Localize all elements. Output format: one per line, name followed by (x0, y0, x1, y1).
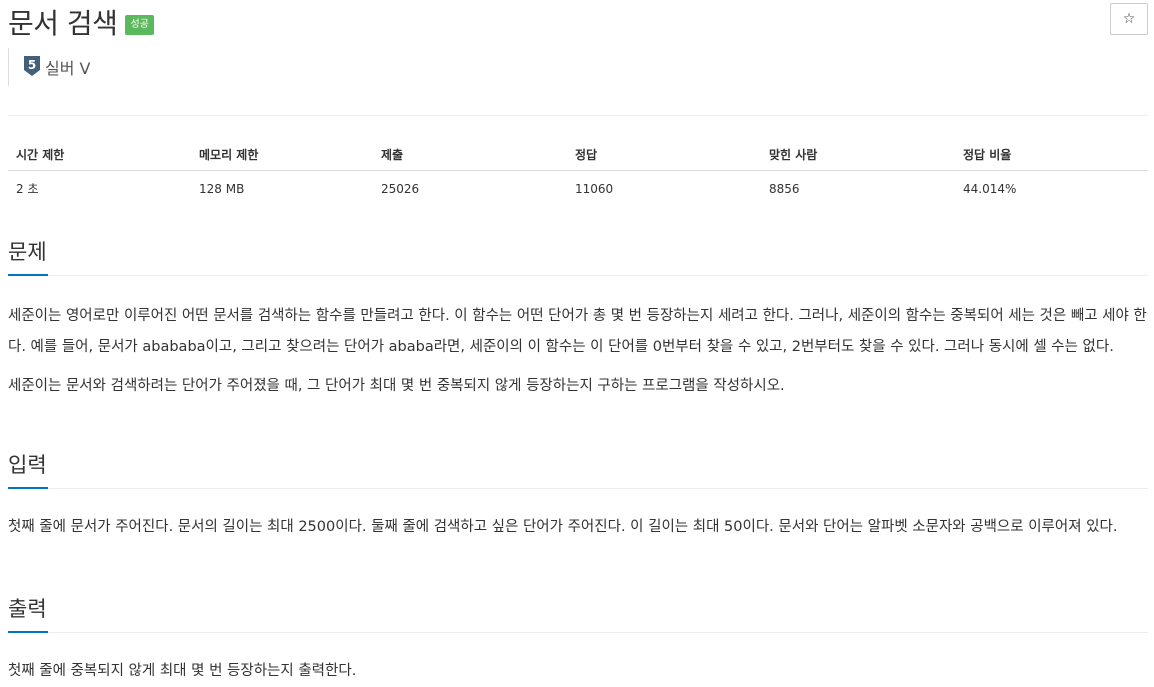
accepted-value: 11060 (575, 181, 614, 196)
problem-paragraph-1: 세준이는 영어로만 이루어진 어떤 문서를 검색하는 함수를 만들려고 한다. … (8, 308, 1147, 355)
problem-info-table: 시간 제한 메모리 제한 제출 정답 맞힌 사람 정답 비율 2 초 128 M… (8, 139, 1148, 206)
page-title: 문서 검색 (8, 7, 118, 40)
input-description: 첫째 줄에 문서가 주어진다. 문서의 길이는 최대 2500이다. 둘째 줄에… (8, 519, 1118, 535)
problem-paragraph-2: 세준이는 문서와 검색하려는 단어가 주어졌을 때, 그 단어가 최대 몇 번 … (8, 378, 785, 394)
time-limit-value: 2 초 (16, 182, 39, 196)
output-description: 첫째 줄에 중복되지 않게 최대 몇 번 등장하는지 출력한다. (8, 663, 357, 679)
output-section-title: 출력 (8, 597, 47, 621)
column-header-solved-users: 맞힌 사람 (761, 139, 955, 171)
section-underline (8, 487, 48, 489)
solved-users-value: 8856 (769, 181, 800, 196)
column-header-accepted: 정답 (567, 139, 761, 171)
output-section: 출력 첫째 줄에 중복되지 않게 최대 몇 번 등장하는지 출력한다. (8, 595, 1148, 687)
star-icon: ☆ (1122, 11, 1136, 27)
section-underline (8, 631, 48, 633)
tier-icon: 5 (24, 56, 40, 76)
tier-info: 5 실버 V (8, 48, 90, 86)
input-section: 입력 첫째 줄에 문서가 주어진다. 문서의 길이는 최대 2500이다. 둘째… (8, 451, 1148, 543)
column-header-submissions: 제출 (373, 139, 567, 171)
column-header-accept-rate: 정답 비율 (955, 139, 1148, 171)
column-header-time-limit: 시간 제한 (8, 139, 191, 171)
problem-section-title: 문제 (8, 240, 47, 264)
problem-section-header: 문제 (8, 238, 1148, 276)
section-underline (8, 274, 48, 276)
memory-limit-value: 128 MB (199, 181, 245, 196)
output-section-header: 출력 (8, 595, 1148, 633)
submissions-value: 25026 (381, 181, 420, 196)
accept-rate-value: 44.014% (963, 181, 1017, 196)
tier-label[interactable]: 실버 V (45, 55, 90, 79)
tier-number: 5 (28, 58, 36, 72)
title-row: 문서 검색 성공 (8, 2, 154, 42)
input-section-title: 입력 (8, 453, 47, 477)
input-section-header: 입력 (8, 451, 1148, 489)
problem-section: 문제 세준이는 영어로만 이루어진 어떤 문서를 검색하는 함수를 만들려고 한… (8, 238, 1148, 402)
table-row: 2 초 128 MB 25026 11060 8856 44.014% (8, 171, 1148, 207)
column-header-memory-limit: 메모리 제한 (191, 139, 373, 171)
divider (8, 115, 1148, 116)
star-button[interactable]: ☆ (1110, 3, 1148, 35)
status-badge: 성공 (125, 15, 154, 35)
table-header-row: 시간 제한 메모리 제한 제출 정답 맞힌 사람 정답 비율 (8, 139, 1148, 171)
